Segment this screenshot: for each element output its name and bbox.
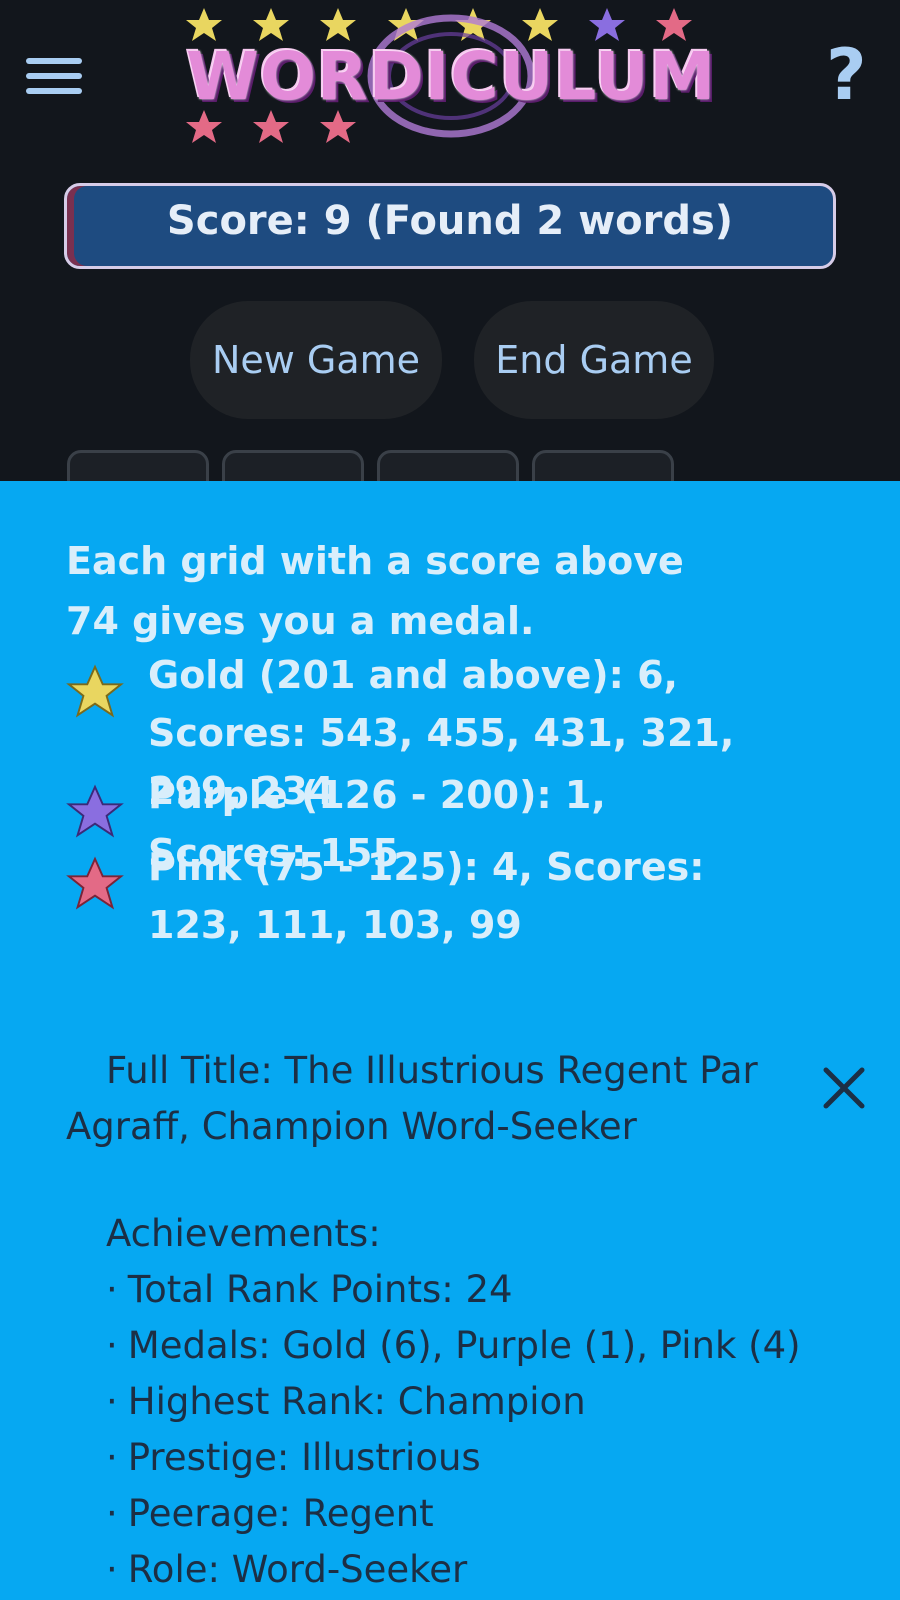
achievements-heading: Achievements: [106,1212,381,1255]
app-header: WORDICULUM ? Score: 9 (Found 2 words) Ne… [0,0,900,510]
help-icon[interactable]: ? [826,40,867,110]
medal-pink-text: Pink (75 - 125): 4, Scores: 123, 111, 10… [148,845,705,947]
full-title-value: Full Title: The Illustrious Regent Par A… [66,1049,758,1148]
purple-star-icon [66,784,124,838]
hamburger-menu-icon[interactable] [26,58,82,98]
close-icon[interactable] [820,1064,868,1112]
score-display: Score: 9 (Found 2 words) [64,183,836,269]
logo-text: WORDICULUM [186,38,717,115]
new-game-button[interactable]: New Game [190,301,442,419]
achievements-panel: Each grid with a score above 74 gives yo… [0,481,900,1600]
list-item: · Role: Word-Seeker [106,1548,468,1591]
list-item: · Medals: Gold (6), Purple (1), Pink (4) [106,1324,801,1367]
list-item: · Prestige: Illustrious [106,1436,481,1479]
achievements-list: Achievements: · Total Rank Points: 24 · Me… [106,1206,866,1598]
medal-row-pink: Pink (75 - 125): 4, Scores: 123, 111, 10… [66,838,748,954]
gold-star-icon [66,664,124,718]
list-item: · Highest Rank: Champion [106,1380,586,1423]
list-item: · Peerage: Regent [106,1492,434,1535]
pink-star-icon [66,856,124,910]
wordiculum-logo: WORDICULUM [186,0,716,150]
full-title-text: Full Title: The Illustrious Regent Par A… [66,1043,786,1155]
medal-intro-text: Each grid with a score above 74 gives yo… [66,539,684,643]
list-item: · Total Rank Points: 24 [106,1268,513,1311]
end-game-button[interactable]: End Game [474,301,714,419]
